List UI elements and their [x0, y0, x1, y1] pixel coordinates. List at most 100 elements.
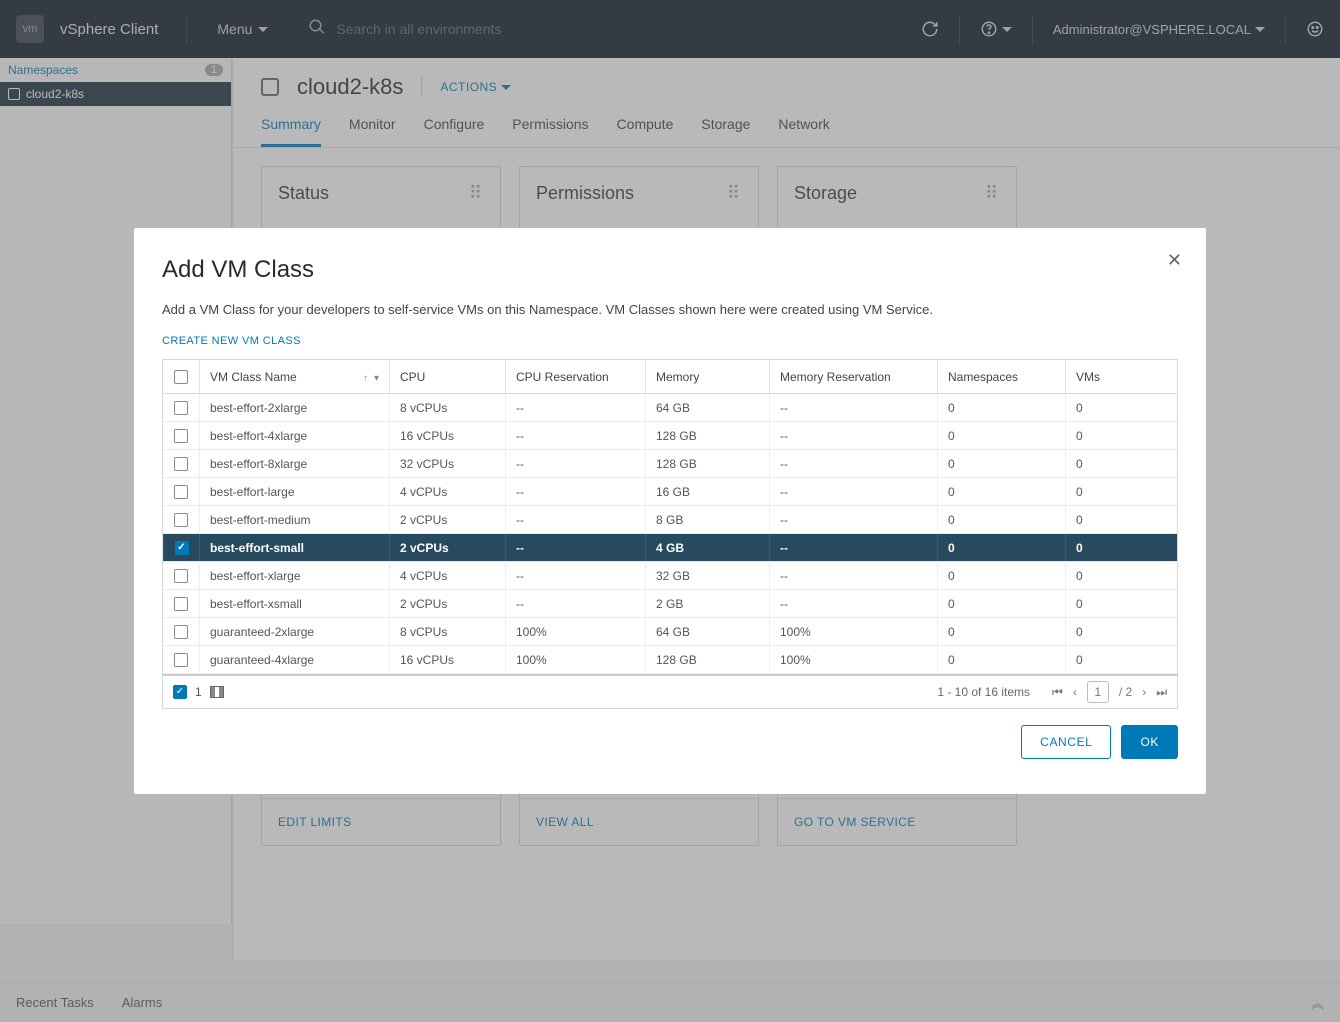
table-row[interactable]: best-effort-4xlarge16 vCPUs--128 GB--00	[163, 422, 1177, 450]
cell-memory-reservation: --	[769, 590, 937, 617]
table-row[interactable]: guaranteed-2xlarge8 vCPUs100%64 GB100%00	[163, 618, 1177, 646]
modal-overlay: ✕ Add VM Class Add a VM Class for your d…	[0, 0, 1340, 1022]
cell-namespaces: 0	[937, 506, 1065, 533]
cell-vms: 0	[1065, 394, 1165, 421]
row-checkbox[interactable]	[163, 450, 199, 477]
cell-cpu-reservation: --	[505, 562, 645, 589]
cell-cpu: 2 vCPUs	[389, 506, 505, 533]
cell-namespaces: 0	[937, 590, 1065, 617]
cell-memory-reservation: --	[769, 394, 937, 421]
add-vm-class-modal: ✕ Add VM Class Add a VM Class for your d…	[134, 228, 1206, 794]
cell-memory: 2 GB	[645, 590, 769, 617]
row-checkbox[interactable]	[163, 618, 199, 645]
table-row[interactable]: guaranteed-4xlarge16 vCPUs100%128 GB100%…	[163, 646, 1177, 674]
table-row[interactable]: best-effort-xsmall2 vCPUs--2 GB--00	[163, 590, 1177, 618]
page-first-icon[interactable]: ⏮	[1052, 685, 1063, 700]
cell-cpu: 8 vCPUs	[389, 394, 505, 421]
sort-asc-icon[interactable]	[363, 370, 368, 384]
cell-cpu-reservation: --	[505, 506, 645, 533]
cell-namespaces: 0	[937, 618, 1065, 645]
cell-cpu-reservation: 100%	[505, 646, 645, 673]
page-last-icon[interactable]: ⏭	[1156, 685, 1167, 700]
table-row[interactable]: best-effort-medium2 vCPUs--8 GB--00	[163, 506, 1177, 534]
cell-cpu-reservation: --	[505, 394, 645, 421]
cell-cpu: 8 vCPUs	[389, 618, 505, 645]
cell-vms: 0	[1065, 590, 1165, 617]
col-memory[interactable]: Memory	[645, 360, 769, 393]
col-vms[interactable]: VMs	[1065, 360, 1165, 393]
cell-name: best-effort-medium	[199, 506, 389, 533]
cell-memory: 16 GB	[645, 478, 769, 505]
row-checkbox[interactable]	[163, 478, 199, 505]
col-cpu-reservation[interactable]: CPU Reservation	[505, 360, 645, 393]
cell-namespaces: 0	[937, 478, 1065, 505]
cell-vms: 0	[1065, 618, 1165, 645]
cell-memory: 8 GB	[645, 506, 769, 533]
page-current[interactable]: 1	[1087, 681, 1109, 703]
cell-memory-reservation: --	[769, 506, 937, 533]
select-all-checkbox[interactable]	[163, 360, 199, 393]
cell-memory-reservation: --	[769, 534, 937, 561]
cell-name: best-effort-small	[199, 534, 389, 561]
row-checkbox[interactable]	[163, 534, 199, 561]
modal-title: Add VM Class	[162, 256, 1178, 284]
cell-name: best-effort-xlarge	[199, 562, 389, 589]
create-new-vm-class-link[interactable]: CREATE NEW VM CLASS	[162, 335, 1178, 347]
pager-range-text: 1 - 10 of 16 items	[937, 685, 1030, 699]
table-row[interactable]: best-effort-2xlarge8 vCPUs--64 GB--00	[163, 394, 1177, 422]
cell-name: guaranteed-2xlarge	[199, 618, 389, 645]
row-checkbox[interactable]	[163, 646, 199, 673]
cell-memory: 128 GB	[645, 422, 769, 449]
cell-memory: 64 GB	[645, 618, 769, 645]
columns-icon[interactable]	[210, 686, 224, 698]
ok-button[interactable]: OK	[1121, 725, 1178, 759]
table-row[interactable]: best-effort-small2 vCPUs--4 GB--00	[163, 534, 1177, 562]
cell-cpu-reservation: 100%	[505, 618, 645, 645]
row-checkbox[interactable]	[163, 506, 199, 533]
table-row[interactable]: best-effort-8xlarge32 vCPUs--128 GB--00	[163, 450, 1177, 478]
cell-cpu: 4 vCPUs	[389, 562, 505, 589]
col-cpu[interactable]: CPU	[389, 360, 505, 393]
cell-cpu: 32 vCPUs	[389, 450, 505, 477]
cell-namespaces: 0	[937, 422, 1065, 449]
row-checkbox[interactable]	[163, 562, 199, 589]
cell-memory-reservation: --	[769, 478, 937, 505]
cell-vms: 0	[1065, 646, 1165, 673]
col-namespaces[interactable]: Namespaces	[937, 360, 1065, 393]
row-checkbox[interactable]	[163, 394, 199, 421]
cell-memory-reservation: --	[769, 422, 937, 449]
col-memory-reservation[interactable]: Memory Reservation	[769, 360, 937, 393]
cell-memory-reservation: --	[769, 450, 937, 477]
filter-icon[interactable]	[374, 370, 379, 384]
cell-memory-reservation: --	[769, 562, 937, 589]
page-sep: / 2	[1119, 685, 1132, 699]
table-body: best-effort-2xlarge8 vCPUs--64 GB--00bes…	[163, 394, 1177, 674]
cell-vms: 0	[1065, 422, 1165, 449]
row-checkbox[interactable]	[163, 422, 199, 449]
page-prev-icon[interactable]: ‹	[1073, 685, 1077, 699]
cell-cpu: 2 vCPUs	[389, 534, 505, 561]
row-checkbox[interactable]	[163, 590, 199, 617]
table-header: VM Class Name CPU CPU Reservation Memory…	[163, 360, 1177, 394]
table-row[interactable]: best-effort-large4 vCPUs--16 GB--00	[163, 478, 1177, 506]
cancel-button[interactable]: CANCEL	[1021, 725, 1111, 759]
vm-class-table: VM Class Name CPU CPU Reservation Memory…	[162, 359, 1178, 709]
cell-name: best-effort-large	[199, 478, 389, 505]
page-next-icon[interactable]: ›	[1142, 685, 1146, 699]
cell-vms: 0	[1065, 562, 1165, 589]
modal-buttons: CANCEL OK	[162, 725, 1178, 759]
table-row[interactable]: best-effort-xlarge4 vCPUs--32 GB--00	[163, 562, 1177, 590]
cell-memory: 64 GB	[645, 394, 769, 421]
selected-indicator-checkbox[interactable]	[173, 685, 187, 699]
cell-vms: 0	[1065, 534, 1165, 561]
close-icon[interactable]: ✕	[1167, 250, 1182, 271]
cell-cpu: 16 vCPUs	[389, 422, 505, 449]
cell-name: guaranteed-4xlarge	[199, 646, 389, 673]
cell-memory-reservation: 100%	[769, 646, 937, 673]
cell-name: best-effort-8xlarge	[199, 450, 389, 477]
cell-vms: 0	[1065, 478, 1165, 505]
cell-cpu-reservation: --	[505, 590, 645, 617]
cell-vms: 0	[1065, 506, 1165, 533]
col-name[interactable]: VM Class Name	[199, 360, 389, 393]
cell-memory: 128 GB	[645, 646, 769, 673]
